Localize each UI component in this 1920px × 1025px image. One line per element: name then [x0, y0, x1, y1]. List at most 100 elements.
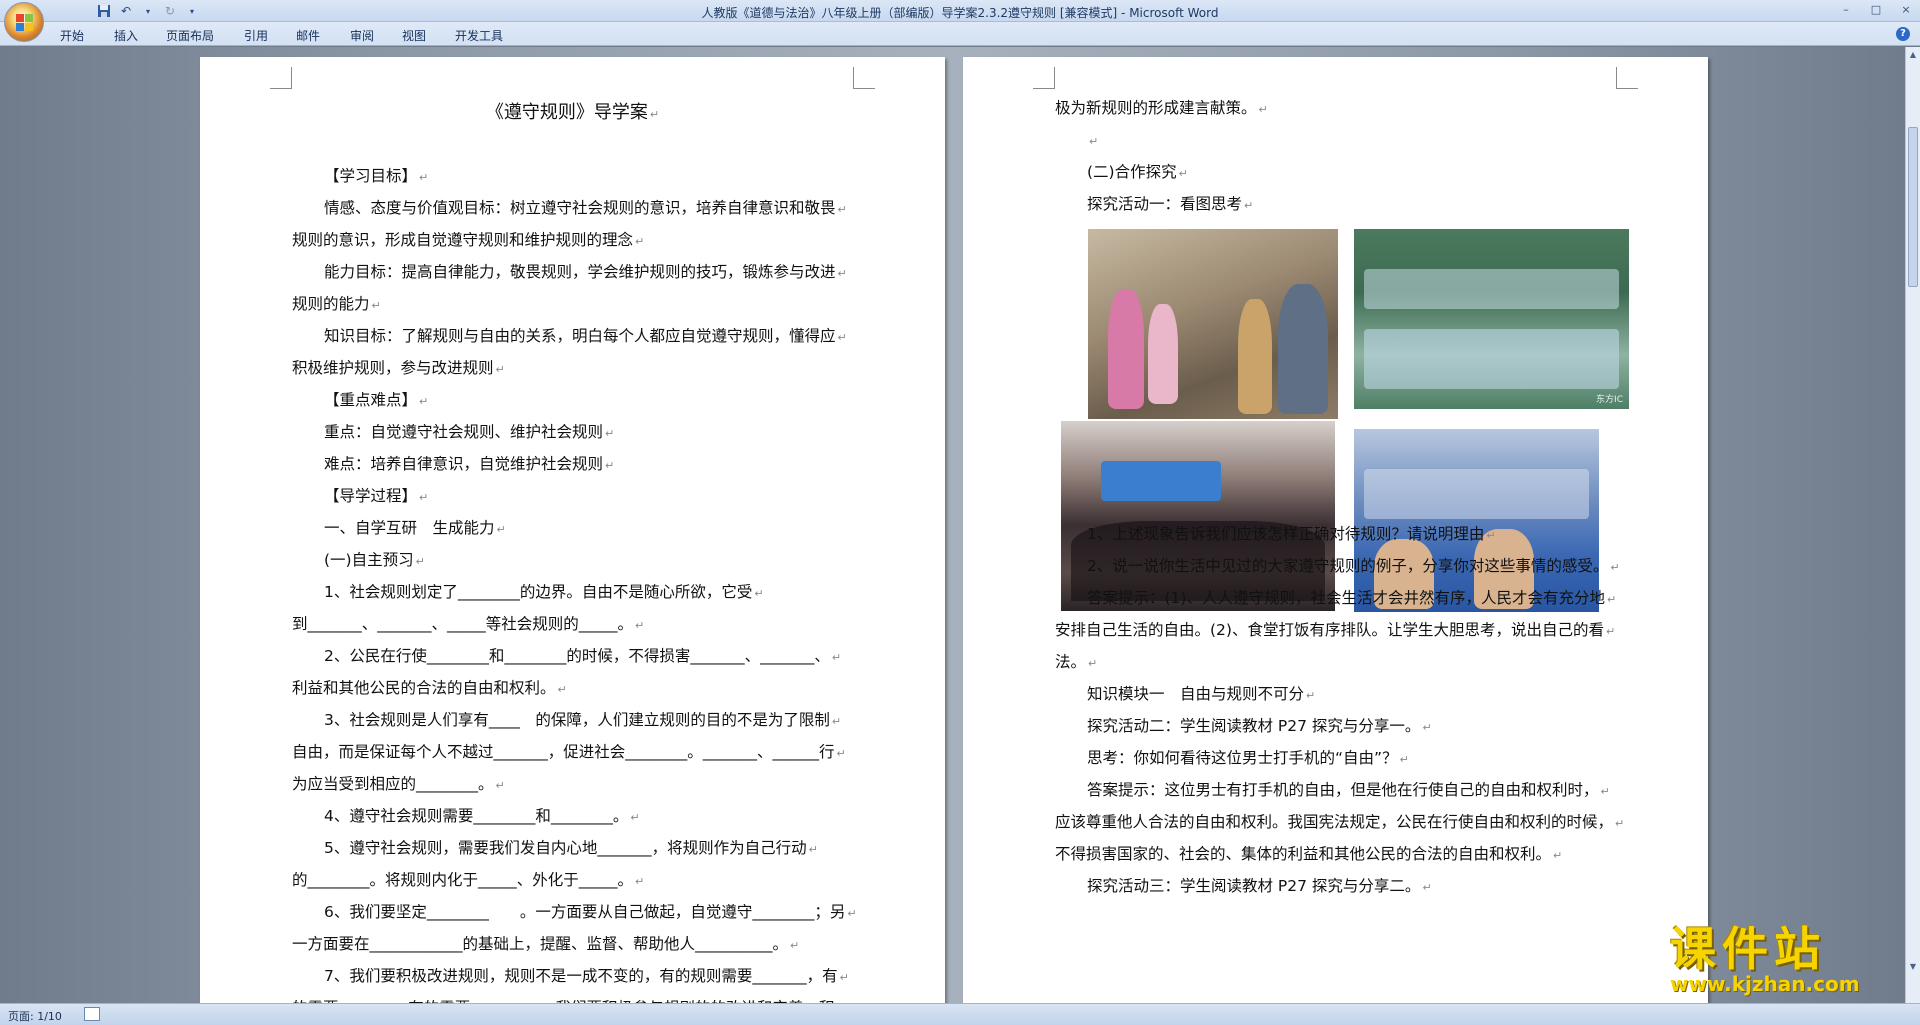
photo-students-queue-stairs[interactable] — [1088, 229, 1338, 419]
page-title-text: 《遵守规则》导学案 — [485, 102, 648, 123]
paragraph-mark-icon: ↵ — [837, 203, 847, 216]
line-text: 知识目标：了解规则与自由的关系，明白每个人都应自觉遵守规则，懂得应 — [324, 327, 836, 345]
document-page-1[interactable]: 《遵守规则》导学案 ↵ 【学习目标】 ↵ 情感、态度与价值观目标：树立遵守社会规则的意… — [200, 57, 945, 1003]
page2-top-line: (二)合作探究 ↵ — [1055, 157, 1615, 189]
paragraph-mark-icon: ↵ — [496, 523, 506, 536]
paragraph-mark-icon: ↵ — [1089, 135, 1099, 148]
paragraph-mark-icon: ↵ — [1605, 625, 1616, 638]
maximize-button[interactable]: □ — [1868, 3, 1884, 17]
crop-mark — [853, 67, 875, 89]
line-text: 一、自学互研 生成能力 — [324, 519, 495, 537]
site-watermark: 课件站 www.kjzhan.com — [1670, 922, 1900, 1002]
page1-line: 难点：培养自律意识，自觉维护社会规则 ↵ — [292, 449, 852, 481]
document-workspace[interactable]: 《遵守规则》导学案 ↵ 【学习目标】 ↵ 情感、态度与价值观目标：树立遵守社会规则的意… — [0, 47, 1905, 1003]
brand-name: 课件站 — [1670, 922, 1826, 976]
window-controls: – □ × — [1838, 3, 1914, 17]
page1-line: 3、社会规则是人们享有____ 的保障，人们建立规则的目的不是为了限制 ↵ — [292, 705, 852, 737]
figure-shape — [1364, 269, 1619, 309]
tab-view[interactable]: 视图 — [402, 27, 426, 44]
paragraph-mark-icon: ↵ — [847, 907, 857, 920]
line-text: 探究活动三：学生阅读教材 P27 探究与分享二。 — [1087, 877, 1421, 895]
page1-line: 自由，而是保证每个人不越过_______，促进社会________。______… — [292, 737, 852, 769]
page1-line: 规则的能力 ↵ — [292, 289, 852, 321]
vertical-scrollbar[interactable]: ▲ ▼ — [1905, 47, 1920, 1003]
line-text: 法。 — [1055, 653, 1087, 671]
paragraph-mark-icon: ↵ — [1088, 657, 1098, 670]
page1-line: 2、公民在行使________和________的时候，不得损害_______、… — [292, 641, 852, 673]
page1-line: 1、社会规则划定了________的边界。自由不是随心所欲，它受 ↵ — [292, 577, 852, 609]
paragraph-mark-icon: ↵ — [419, 171, 429, 184]
office-logo-icon — [16, 14, 34, 32]
line-text: 1、上述现象告诉我们应该怎样正确对待规则？请说明理由 — [1087, 525, 1485, 543]
paragraph-mark-icon: ↵ — [495, 779, 505, 792]
page2-bottom-line: 应该尊重他人合法的自由和权利。我国宪法规定，公民在行使自由和权利的时候， ↵ — [1055, 807, 1635, 839]
paragraph-mark-icon: ↵ — [605, 427, 615, 440]
scrollbar-thumb[interactable] — [1908, 127, 1918, 287]
page1-body: 【学习目标】 ↵ 情感、态度与价值观目标：树立遵守社会规则的意识，培养自律意识和敬畏… — [292, 161, 857, 1003]
ribbon-tab-bar: 开始 插入 页面布局 引用 邮件 审阅 视图 开发工具 ? — [0, 22, 1920, 46]
line-text: 7、我们要积极改进规则，规则不是一成不变的，有的规则需要_______，有 — [324, 967, 838, 985]
paragraph-mark-icon: ↵ — [1600, 785, 1610, 798]
proofing-icon[interactable] — [84, 1007, 100, 1021]
tab-developer[interactable]: 开发工具 — [455, 27, 503, 44]
line-text: 答案提示：这位男士有打手机的自由，但是他在行使自己的自由和权利时， — [1087, 781, 1599, 799]
page-title: 《遵守规则》导学案 ↵ — [200, 97, 945, 130]
line-text: 为应当受到相应的________。 — [292, 775, 494, 793]
page1-line: 4、遵守社会规则需要________和________。 ↵ — [292, 801, 852, 833]
tab-insert[interactable]: 插入 — [114, 27, 138, 44]
scroll-up-icon[interactable]: ▲ — [1907, 49, 1919, 61]
paragraph-mark-icon: ↵ — [415, 555, 425, 568]
photo-credit: 东方IC — [1596, 395, 1623, 405]
status-bar: 页面: 1/10 — [0, 1003, 1920, 1025]
scroll-down-icon[interactable]: ▼ — [1907, 961, 1919, 973]
page-count-status[interactable]: 页面: 1/10 — [8, 1008, 62, 1024]
line-text: 【导学过程】 — [324, 487, 418, 505]
paragraph-mark-icon: ↵ — [1486, 529, 1496, 542]
line-text: 利益和其他公民的合法的自由和权利。 — [292, 679, 556, 697]
line-text: 极为新规则的形成建言献策。 — [1055, 99, 1257, 117]
tab-mailings[interactable]: 邮件 — [296, 27, 320, 44]
line-text: 规则的意识，形成自觉遵守规则和维护规则的理念 — [292, 231, 634, 249]
close-button[interactable]: × — [1898, 3, 1914, 17]
line-text: 一方面要在____________的基础上，提醒、监督、帮助他人________… — [292, 935, 789, 953]
figure-shape — [1364, 469, 1589, 519]
page1-line: 【导学过程】 ↵ — [292, 481, 852, 513]
page1-line: 知识目标：了解规则与自由的关系，明白每个人都应自觉遵守规则，懂得应 ↵ — [292, 321, 852, 353]
page1-line: 为应当受到相应的________。 ↵ — [292, 769, 852, 801]
page1-line: 能力目标：提高自律能力，敬畏规则，学会维护规则的技巧，锻炼参与改进 ↵ — [292, 257, 852, 289]
page2-bottom-line: 知识模块一 自由与规则不可分 ↵ — [1055, 679, 1635, 711]
tab-home[interactable]: 开始 — [60, 27, 84, 44]
photo-factory-workers[interactable]: 东方IC — [1354, 229, 1629, 409]
page1-line: 一方面要在____________的基础上，提醒、监督、帮助他人________… — [292, 929, 852, 961]
tab-page-layout[interactable]: 页面布局 — [166, 27, 214, 44]
paragraph-mark-icon: ↵ — [754, 587, 764, 600]
minimize-button[interactable]: – — [1838, 3, 1854, 17]
line-text: 自由，而是保证每个人不越过_______，促进社会________。______… — [292, 743, 835, 761]
line-text: 能力目标：提高自律能力，敬畏规则，学会维护规则的技巧，锻炼参与改进 — [324, 263, 836, 281]
line-text: 6、我们要坚定________ 。一方面要从自己做起，自觉遵守________；… — [324, 903, 846, 921]
line-text: 积极维护规则，参与改进规则 — [292, 359, 494, 377]
page2-bottom-line: 安排自己生活的自由。(2)、食堂打饭有序排队。让学生大胆思考，说出自己的看 ↵ — [1055, 615, 1635, 647]
tab-references[interactable]: 引用 — [244, 27, 268, 44]
paragraph-mark-icon: ↵ — [831, 651, 842, 664]
help-icon[interactable]: ? — [1896, 27, 1910, 41]
page2-bottom-text: 1、上述现象告诉我们应该怎样正确对待规则？请说明理由 ↵ 2、说一说你生活中见过的大… — [1055, 519, 1635, 903]
page2-top-line: 极为新规则的形成建言献策。 ↵ — [1055, 93, 1615, 125]
line-text: 应该尊重他人合法的自由和权利。我国宪法规定，公民在行使自由和权利的时候， — [1055, 813, 1614, 831]
paragraph-mark-icon: ↵ — [831, 715, 842, 728]
page1-line: 5、遵守社会规则，需要我们发自内心地_______，将规则作为自己行动 ↵ — [292, 833, 852, 865]
crop-mark — [1616, 67, 1638, 89]
document-page-2[interactable]: 极为新规则的形成建言献策。 ↵ ↵ (二)合作探究 ↵ 探究活动一：看图思考 ↵ 东方IC … — [963, 57, 1708, 1003]
page1-line: 【重点难点】 ↵ — [292, 385, 852, 417]
page2-bottom-line: 探究活动三：学生阅读教材 P27 探究与分享二。 ↵ — [1055, 871, 1635, 903]
line-text: (二)合作探究 — [1087, 163, 1177, 181]
paragraph-mark-icon: ↵ — [419, 395, 429, 408]
line-text: 【重点难点】 — [324, 391, 418, 409]
paragraph-mark-icon: ↵ — [1422, 881, 1432, 894]
line-text: 安排自己生活的自由。(2)、食堂打饭有序排队。让学生大胆思考，说出自己的看 — [1055, 621, 1604, 639]
paragraph-mark-icon: ↵ — [371, 299, 381, 312]
tab-review[interactable]: 审阅 — [350, 27, 374, 44]
office-button[interactable] — [4, 2, 44, 42]
page1-line: 的________。将规则内化于_____、外化于_____。 ↵ — [292, 865, 852, 897]
line-text: (一)自主预习 — [324, 551, 414, 569]
